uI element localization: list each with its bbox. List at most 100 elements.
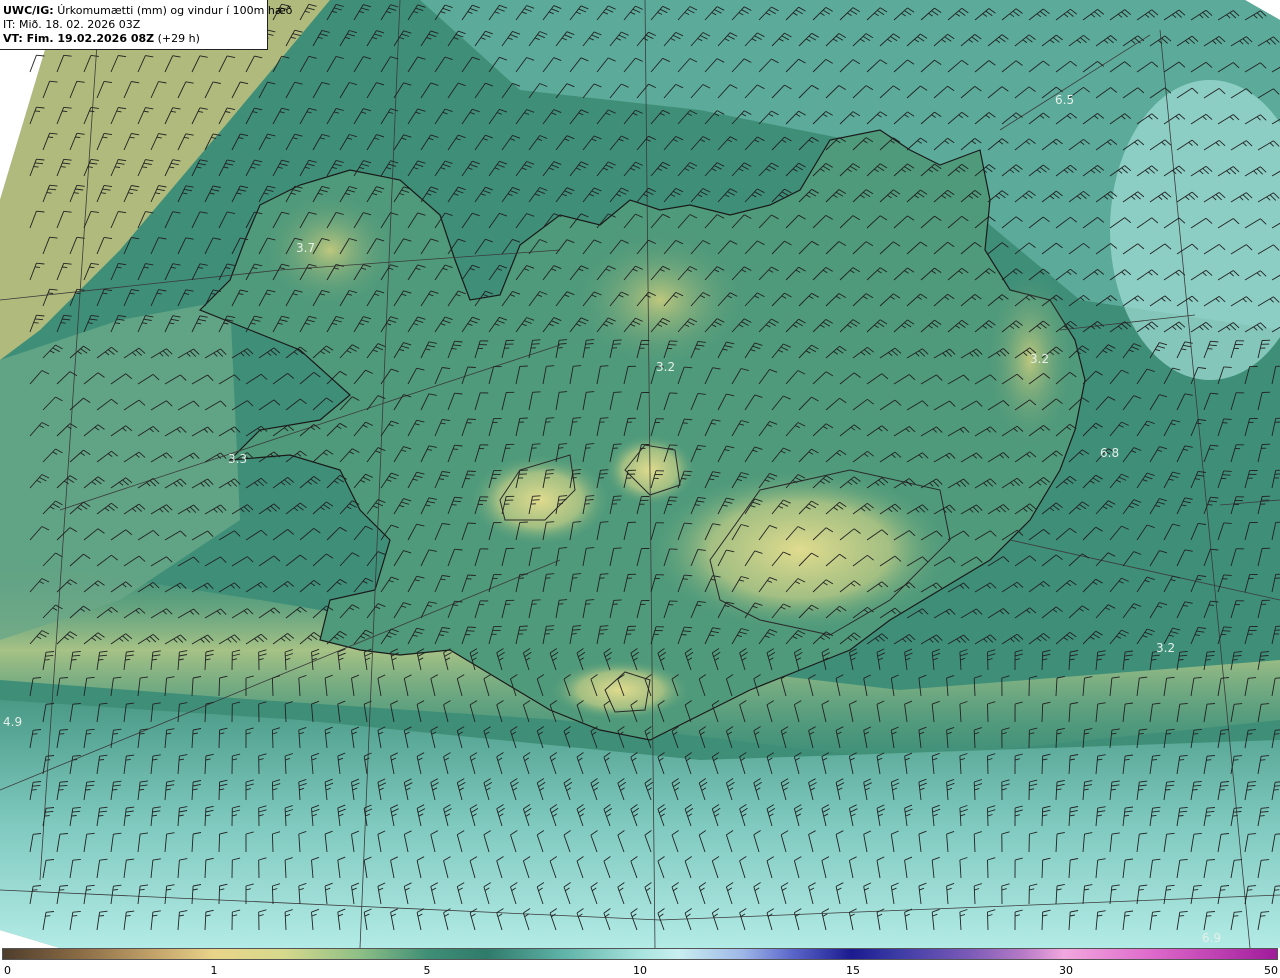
wind-barb-feather xyxy=(546,521,555,523)
wind-barb-feather xyxy=(600,469,609,471)
wind-barb-feather xyxy=(75,292,81,295)
wind-barb-feather xyxy=(1259,815,1265,817)
wind-barb-feather xyxy=(546,469,555,471)
wind-barb-feather xyxy=(1223,470,1232,472)
wind-barb-feather xyxy=(60,166,66,168)
wind-barb-feather xyxy=(600,625,609,627)
dry-area-westfjords xyxy=(260,190,400,310)
wind-barb-feather xyxy=(62,266,68,269)
wind-barb-feather xyxy=(1205,815,1211,817)
wind-barb-shaft xyxy=(271,885,274,905)
wind-barb-feather xyxy=(571,633,577,635)
wind-barb-feather xyxy=(1166,733,1172,735)
wind-barb-feather xyxy=(682,578,688,580)
wind-barb-feather xyxy=(45,759,51,761)
wind-barb-feather xyxy=(613,547,622,549)
wind-barb-feather xyxy=(467,366,476,368)
wind-barb-feather xyxy=(557,347,563,349)
wind-barb-feather xyxy=(1205,659,1211,661)
wind-barb-feather xyxy=(546,417,555,419)
wind-barb-feather xyxy=(98,814,104,817)
wind-barb-feather xyxy=(546,625,555,627)
wind-barb-feather xyxy=(466,630,475,632)
wind-barb-feather xyxy=(532,547,541,549)
wind-barb-feather xyxy=(32,889,38,891)
wind-barb-shaft xyxy=(218,885,221,905)
wind-barb-feather xyxy=(1223,366,1232,368)
wind-barb-feather xyxy=(532,599,541,601)
wind-barb-feather xyxy=(45,915,51,917)
wind-barb-feather xyxy=(44,815,50,817)
wind-barb-feather xyxy=(48,292,54,294)
wind-barb-feather xyxy=(1192,789,1198,791)
wind-barb-feather xyxy=(1223,418,1232,420)
map-canvas: 6.5 3.7 3.2 3.2 3.3 6.8 3.2 4.9 6.9 xyxy=(0,0,1280,948)
wind-barb-feather xyxy=(71,659,77,661)
wind-barb-feather xyxy=(112,733,118,735)
wind-barb-feather xyxy=(681,478,687,480)
wind-barb-feather xyxy=(613,599,622,601)
wind-barb-feather xyxy=(86,889,92,891)
wind-barb-feather xyxy=(1178,815,1184,817)
wind-barb-feather xyxy=(467,522,476,524)
wind-barb-feather xyxy=(545,473,554,475)
wind-barb-feather xyxy=(112,788,118,791)
wind-barb-feather xyxy=(75,136,81,139)
wind-barb-feather xyxy=(62,110,68,113)
wind-barb-feather xyxy=(1179,759,1185,761)
wind-barb-feather xyxy=(31,789,37,791)
wind-barb-feather xyxy=(1222,474,1231,476)
wind-barb-feather xyxy=(36,54,45,57)
wind-barb-feather xyxy=(73,192,79,194)
wind-barb-shaft xyxy=(218,677,221,697)
wind-barb-shaft xyxy=(987,859,989,879)
wind-barb-shaft xyxy=(218,833,221,853)
wind-barb-feather xyxy=(1193,889,1199,891)
wind-barb-feather xyxy=(531,499,540,501)
wind-barb-feather xyxy=(467,626,476,628)
wind-barb-shaft xyxy=(987,651,989,671)
wind-barb-feather xyxy=(600,365,609,367)
wind-barb-feather xyxy=(1223,626,1232,628)
wind-barb-feather xyxy=(1207,504,1213,506)
wind-barb-feather xyxy=(452,448,459,450)
wind-barb-feather xyxy=(467,574,476,576)
wind-barb-feather xyxy=(46,192,52,194)
wind-barb-feather xyxy=(48,136,54,138)
wind-barb-feather xyxy=(613,391,622,393)
wind-barb-feather xyxy=(1233,759,1239,761)
wind-barb-shaft xyxy=(271,833,274,853)
dry-area-myrdalsjokull xyxy=(550,660,690,720)
wind-barb-feather xyxy=(532,495,541,497)
wind-barb-shaft xyxy=(987,807,989,827)
wind-barb-feather xyxy=(1274,733,1280,735)
wind-barb-feather xyxy=(112,889,118,891)
wind-barb-feather xyxy=(599,629,608,631)
wind-barb-feather xyxy=(681,634,687,636)
wind-barb-feather xyxy=(1207,348,1213,350)
wind-barb-feather xyxy=(545,629,554,631)
wind-barb-feather xyxy=(600,573,609,575)
wind-barb-feather xyxy=(613,495,622,497)
wind-barb-feather xyxy=(1193,733,1199,735)
wind-barb-feather xyxy=(1274,889,1280,891)
wind-barb-feather xyxy=(72,759,78,761)
wind-barb-feather xyxy=(1151,658,1157,661)
wind-barb-feather xyxy=(34,266,41,268)
dry-area-vatnajokull xyxy=(650,470,950,630)
wind-barb-feather xyxy=(612,343,621,345)
wind-barb-feather xyxy=(1206,759,1212,761)
wind-barb-shaft xyxy=(271,729,274,749)
wind-barb-feather xyxy=(1232,815,1238,817)
wind-barb-feather xyxy=(1274,473,1280,475)
wind-barb-feather xyxy=(467,470,476,472)
wind-barb-feather xyxy=(600,417,609,419)
wind-barb-feather xyxy=(531,343,540,345)
wind-barb-feather xyxy=(558,603,564,605)
wind-barb-feather xyxy=(572,421,578,423)
wind-barb-feather xyxy=(571,477,577,479)
wind-barb-feather xyxy=(58,789,64,791)
wind-barb-feather xyxy=(1222,630,1231,632)
wind-barb-feather xyxy=(1247,889,1253,891)
wind-barb-feather xyxy=(599,473,608,475)
